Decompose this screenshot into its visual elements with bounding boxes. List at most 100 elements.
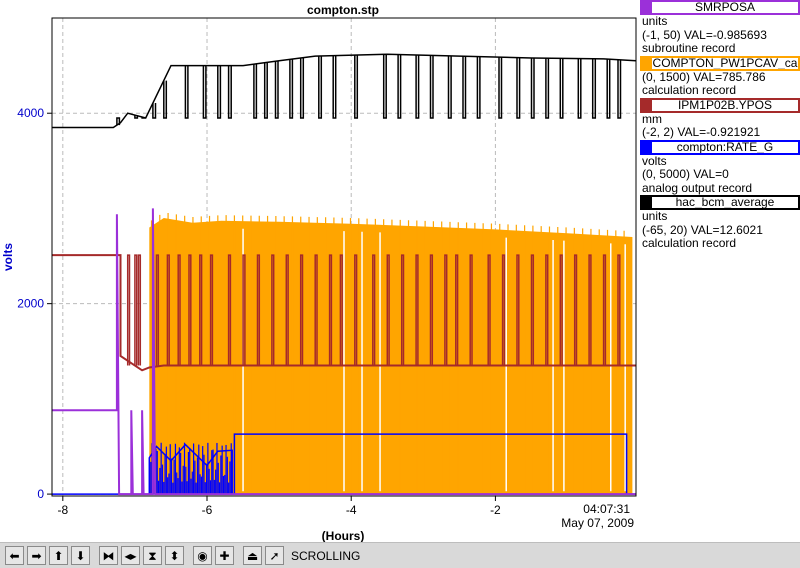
legend-range: (-1, 50) bbox=[642, 27, 681, 42]
reset-button[interactable]: ✚ bbox=[215, 546, 234, 565]
x-tick-label: -2 bbox=[490, 503, 501, 517]
legend-entry-compton-pw1pcav-ca: COMPTON_PW1PCAV_ca (0, 1500) VAL=785.786 c… bbox=[640, 55, 800, 98]
series-hac-bcm-average-drop bbox=[202, 65, 207, 119]
y-tick-label: 0 bbox=[37, 487, 44, 501]
legend-units: units bbox=[642, 14, 668, 28]
pan-down-icon: ⬇ bbox=[75, 548, 86, 563]
series-ipm1p02b-ypos-spike bbox=[137, 254, 142, 366]
x-tick-label: -8 bbox=[57, 503, 68, 517]
pointer-mode-button[interactable]: ➚ bbox=[265, 546, 284, 565]
legend-entry-hac-bcm-average: hac_bcm_average units (-65, 20) VAL=12.602… bbox=[640, 195, 800, 251]
series-hac-bcm-average-drop bbox=[545, 58, 550, 119]
legend-series-name[interactable]: COMPTON_PW1PCAV_ca bbox=[640, 55, 800, 71]
legend-range-value: (-1, 50) VAL=-0.985693 bbox=[640, 27, 800, 43]
scroll-mode-status: SCROLLING bbox=[291, 548, 361, 563]
x-axis-ticks: -8 -6 -4 -2 bbox=[57, 496, 501, 517]
legend-entry-compton-rate-g: compton:RATE_G volts (0, 5000) VAL=0 analog… bbox=[640, 139, 800, 196]
series-ipm1p02b-ypos-spike bbox=[134, 254, 138, 366]
legend-record-type: analog output record bbox=[642, 180, 753, 195]
legend-value: VAL=785.786 bbox=[693, 69, 766, 84]
legend-series-name[interactable]: hac_bcm_average bbox=[640, 195, 800, 210]
series-hac-bcm-average-drop bbox=[516, 57, 521, 119]
legend-series-name[interactable]: SMRPOSA bbox=[640, 0, 800, 15]
series-hac-bcm-average-drop bbox=[217, 65, 222, 119]
legend-range-value: (0, 1500) VAL=785.786 bbox=[640, 69, 800, 85]
pan-down-button[interactable]: ⬇ bbox=[71, 546, 90, 565]
zoom-in-horizontal-button[interactable]: ⧓ bbox=[99, 546, 118, 565]
series-hac-bcm-average-drop bbox=[476, 56, 481, 119]
pan-up-icon: ⬆ bbox=[53, 548, 64, 563]
y-tick-label: 2000 bbox=[17, 297, 44, 311]
pointer-mode-icon: ➚ bbox=[269, 548, 280, 563]
series-layer bbox=[52, 53, 637, 496]
series-hac-bcm-average-drop bbox=[577, 58, 582, 119]
scroll-mode-button[interactable]: ⏏ bbox=[243, 546, 262, 565]
legend-range: (0, 1500) bbox=[642, 69, 691, 84]
legend-units: volts bbox=[642, 153, 667, 168]
legend: SMRPOSA units (-1, 50) VAL=-0.985693 subrou… bbox=[640, 0, 800, 251]
legend-range: (-2, 2) bbox=[642, 125, 675, 139]
timestamp-date: May 07, 2009 bbox=[561, 516, 634, 530]
legend-series-name[interactable]: IPM1P02B.YPOS bbox=[640, 97, 800, 113]
pan-right-icon: ➡ bbox=[31, 548, 42, 563]
legend-units: mm bbox=[642, 111, 662, 126]
x-axis-label: (Hours) bbox=[322, 529, 365, 542]
series-hac-bcm-average-drop bbox=[163, 80, 168, 119]
y-tick-label: 4000 bbox=[17, 106, 44, 120]
legend-range: (0, 5000) bbox=[642, 167, 691, 181]
series-hac-bcm-average-drop bbox=[429, 55, 434, 119]
legend-range-value: (0, 5000) VAL=0 bbox=[640, 167, 800, 182]
legend-entry-ipm1p02b-ypos: IPM1P02B.YPOS mm (-2, 2) VAL=-0.921921 bbox=[640, 97, 800, 140]
zoom-out-vertical-button[interactable]: ⬍ bbox=[165, 546, 184, 565]
legend-units: units bbox=[642, 209, 668, 223]
series-hac-bcm-average-drop bbox=[227, 65, 232, 119]
series-hac-bcm-average-drop bbox=[152, 103, 157, 119]
x-tick-label: -4 bbox=[346, 503, 357, 517]
legend-range: (-65, 20) bbox=[642, 222, 688, 237]
series-hac-bcm-average-drop bbox=[263, 62, 268, 119]
auto-scale-icon: ◉ bbox=[197, 548, 208, 563]
legend-record-type: calculation record bbox=[642, 83, 737, 97]
series-hac-bcm-average-drop bbox=[591, 58, 597, 119]
series-hac-bcm-average-drop bbox=[332, 55, 337, 119]
pan-left-button[interactable]: ⬅ bbox=[5, 546, 24, 565]
series-hac-bcm-average-drop bbox=[253, 64, 258, 119]
series-hac-bcm-average-drop bbox=[498, 57, 503, 119]
legend-entry-smrposa: SMRPOSA units (-1, 50) VAL=-0.985693 subrou… bbox=[640, 0, 800, 56]
legend-record-type: subroutine record bbox=[642, 41, 736, 55]
x-tick-label: -6 bbox=[202, 503, 213, 517]
y-axis-ticks: 0 2000 4000 bbox=[17, 106, 52, 501]
series-hac-bcm-average-drop bbox=[530, 58, 535, 119]
reset-icon: ✚ bbox=[219, 548, 230, 563]
zoom-out-horizontal-button[interactable]: ◂▸ bbox=[121, 546, 140, 565]
series-hac-bcm-average-drop bbox=[397, 54, 402, 119]
series-hac-bcm-average-drop bbox=[318, 56, 323, 119]
pan-up-button[interactable]: ⬆ bbox=[49, 546, 68, 565]
series-hac-bcm-average-drop bbox=[415, 54, 420, 119]
zoom-in-vertical-icon: ⧗ bbox=[148, 548, 157, 563]
series-hac-bcm-average-drop bbox=[184, 65, 189, 119]
y-axis-label: volts bbox=[1, 243, 15, 271]
auto-scale-button[interactable]: ◉ bbox=[193, 546, 212, 565]
series-hac-bcm-average-drop bbox=[447, 55, 452, 119]
zoom-in-horizontal-icon: ⧓ bbox=[102, 548, 115, 563]
zoom-in-vertical-button[interactable]: ⧗ bbox=[143, 546, 162, 565]
stripchart-plot[interactable]: compton.stp -8 -6 -4 -2 0 2000 4000 volts (Ho… bbox=[0, 0, 640, 542]
legend-record-type: calculation record bbox=[642, 236, 737, 250]
series-hac-bcm-average-drop bbox=[274, 61, 279, 119]
toolbar: ⬅ ➡ ⬆ ⬇ ⧓ ◂▸ ⧗ ⬍ ◉ ✚ ⏏ ➚ SCROLLING bbox=[0, 542, 800, 568]
series-hac-bcm-average-drop bbox=[382, 54, 387, 119]
series-ipm1p02b-ypos-spike bbox=[126, 254, 131, 366]
legend-range-value: (-65, 20) VAL=12.6021 bbox=[640, 222, 800, 238]
series-hac-bcm-average-drop bbox=[354, 55, 359, 119]
pan-left-icon: ⬅ bbox=[9, 548, 20, 563]
pan-right-button[interactable]: ➡ bbox=[27, 546, 46, 565]
series-hac-bcm-average-drop bbox=[299, 58, 305, 119]
series-hac-bcm-average-drop bbox=[462, 56, 467, 119]
legend-value: VAL=12.6021 bbox=[690, 222, 763, 237]
scroll-mode-icon: ⏏ bbox=[246, 548, 259, 563]
legend-series-name[interactable]: compton:RATE_G bbox=[640, 139, 800, 155]
zoom-out-horizontal-icon: ◂▸ bbox=[124, 548, 137, 563]
series-hac-bcm-average-drop bbox=[559, 58, 564, 119]
legend-range-value: (-2, 2) VAL=-0.921921 bbox=[640, 125, 800, 140]
